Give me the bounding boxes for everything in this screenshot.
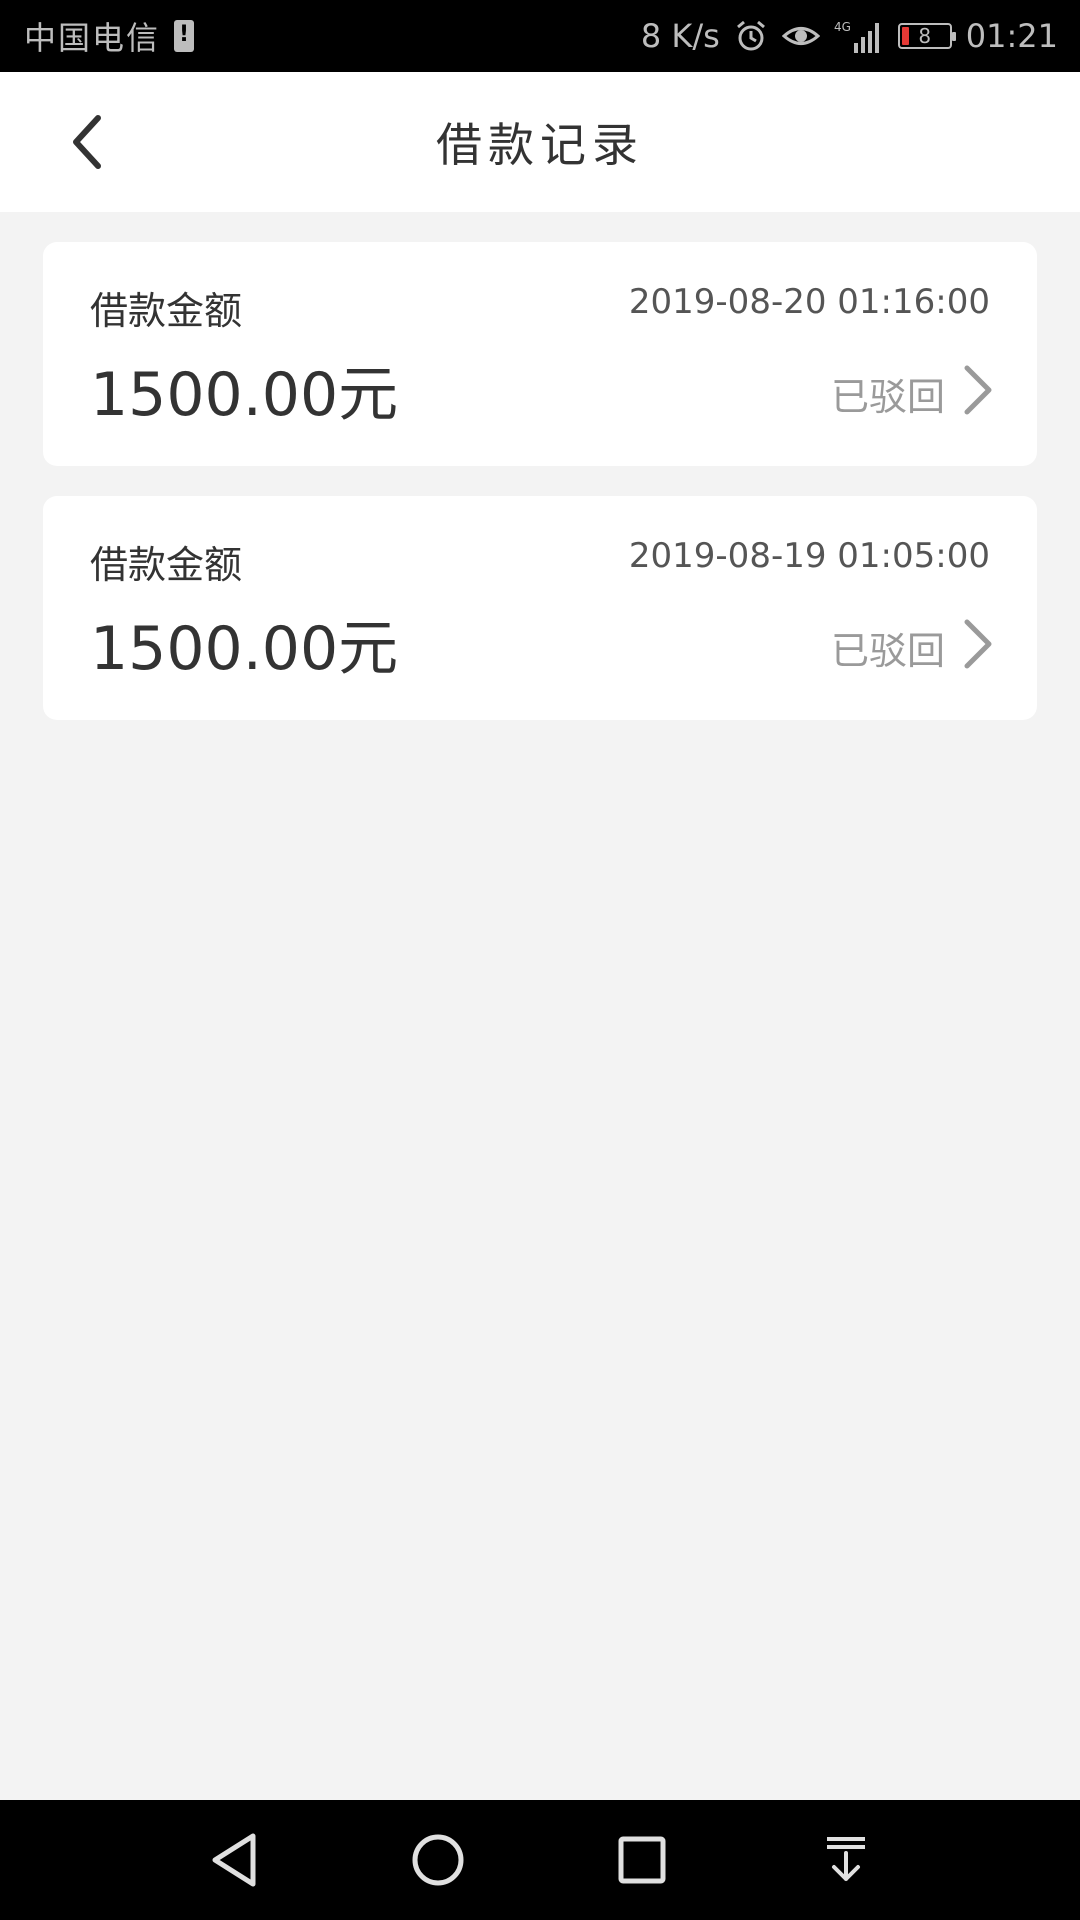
- record-amount: 1500.00元: [90, 360, 399, 430]
- status-left: 中国电信: [24, 13, 195, 59]
- page-title: 借款记录: [436, 118, 644, 172]
- battery-level: 8: [918, 24, 932, 48]
- eye-icon: [781, 21, 820, 51]
- record-label: 借款金额: [90, 543, 243, 587]
- sim-alert-icon: [174, 20, 195, 52]
- alarm-icon: [734, 19, 768, 53]
- status-bar: 中国电信 8 K/s 4G: [0, 0, 1080, 72]
- clock: 01:21: [965, 17, 1058, 55]
- signal-icon: 4G: [834, 19, 884, 53]
- nav-notification-button[interactable]: [816, 1830, 876, 1890]
- circle-home-icon: [412, 1834, 464, 1886]
- net-speed: 8 K/s: [640, 17, 720, 55]
- battery-icon: 8: [897, 23, 956, 49]
- triangle-back-icon: [212, 1833, 256, 1887]
- nav-recents-button[interactable]: [612, 1830, 672, 1890]
- back-button[interactable]: [56, 110, 120, 174]
- chevron-right-icon: [964, 619, 992, 669]
- record-card[interactable]: 借款金额 2019-08-20 01:16:00 1500.00元 已驳回: [43, 242, 1037, 466]
- chevron-left-icon: [73, 115, 101, 169]
- status-right: 8 K/s 4G 8 01:21: [641, 17, 1058, 55]
- record-list: 借款金额 2019-08-20 01:16:00 1500.00元 已驳回 借款…: [43, 242, 1037, 750]
- chevron-right-icon: [964, 365, 992, 415]
- svg-text:4G: 4G: [834, 20, 851, 34]
- record-label: 借款金额: [90, 289, 243, 333]
- carrier-name: 中国电信: [24, 19, 161, 57]
- record-status: 已驳回: [830, 629, 945, 673]
- record-status: 已驳回: [830, 375, 945, 419]
- pull-down-icon: [827, 1837, 865, 1881]
- square-recents-icon: [618, 1836, 666, 1884]
- nav-back-button[interactable]: [204, 1830, 264, 1890]
- record-time: 2019-08-19 01:05:00: [628, 536, 990, 576]
- record-time: 2019-08-20 01:16:00: [628, 282, 990, 322]
- record-amount: 1500.00元: [90, 614, 399, 684]
- system-nav-bar: [0, 1800, 1080, 1920]
- app-header: 借款记录: [0, 72, 1080, 212]
- nav-home-button[interactable]: [408, 1830, 468, 1890]
- record-card[interactable]: 借款金额 2019-08-19 01:05:00 1500.00元 已驳回: [43, 496, 1037, 720]
